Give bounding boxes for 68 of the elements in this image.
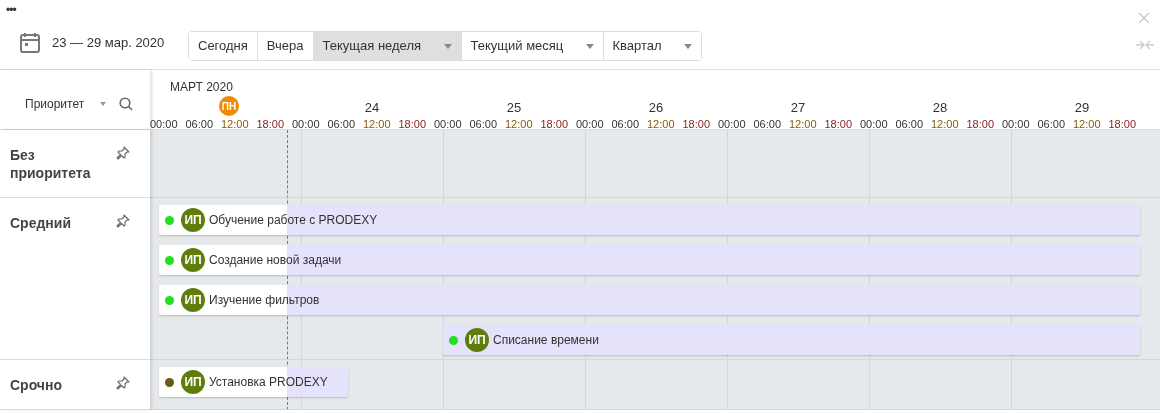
day-badge: ПН [219, 96, 239, 116]
hour-label: 00:00 [434, 117, 463, 132]
task-bar[interactable]: ИП Установка PRODEXY [159, 367, 348, 397]
hour-label: 06:00 [1037, 117, 1067, 132]
task-title: Создание новой задачи [209, 252, 342, 269]
pin-icon[interactable] [116, 146, 130, 160]
task-bar[interactable]: ИП Обучение работе с PRODEXY [159, 205, 1140, 235]
hour-label: 06:00 [327, 117, 357, 132]
day-label: 28 [931, 99, 949, 117]
calendar-icon[interactable] [20, 32, 40, 53]
caret-icon [585, 43, 594, 49]
group-name: Без приоритета [10, 146, 92, 182]
day-label: 29 [1073, 99, 1091, 117]
hour-label: 12:00 [505, 117, 534, 132]
search-icon[interactable] [119, 97, 134, 111]
hour-label: 18:00 [966, 117, 996, 132]
day-label: 26 [647, 99, 665, 117]
task-bar[interactable]: ИП Изучение фильтров [159, 285, 1140, 315]
hour-label: 00:00 [718, 117, 747, 132]
hour-label: 18:00 [540, 117, 570, 132]
hour-label: 12:00 [363, 117, 392, 132]
hour-label: 06:00 [753, 117, 783, 132]
day-label: 27 [789, 99, 807, 117]
group-by-label[interactable]: Приоритет [25, 95, 85, 113]
day-label: 24 [363, 99, 381, 117]
task-bar[interactable]: ИП Списание времени [443, 325, 1140, 355]
hour-label: 12:00 [221, 117, 250, 132]
more-menu[interactable]: ••• [6, 2, 16, 18]
hour-label: 00:00 [292, 117, 321, 132]
pin-icon[interactable] [116, 376, 130, 390]
pin-icon[interactable] [116, 214, 130, 228]
assignee-avatar: ИП [181, 370, 205, 394]
hour-label: 06:00 [469, 117, 499, 132]
hour-label: 06:00 [895, 117, 925, 132]
assignee-avatar: ИП [181, 248, 205, 272]
hour-label: 12:00 [647, 117, 676, 132]
hour-label: 06:00 [611, 117, 641, 132]
hour-label: 18:00 [398, 117, 428, 132]
task-bar[interactable]: ИП Создание новой задачи [159, 245, 1140, 275]
hour-label: 12:00 [931, 117, 960, 132]
hour-label: 18:00 [256, 117, 286, 132]
task-title: Изучение фильтров [209, 292, 320, 309]
group-name: Средний [10, 214, 72, 232]
hour-label: 12:00 [1073, 117, 1102, 132]
month-label: МАРТ 2020 [170, 79, 233, 96]
task-title: Установка PRODEXY [209, 374, 328, 391]
hour-label: 12:00 [789, 117, 818, 132]
group-name: Срочно [10, 376, 63, 394]
hour-label: 18:00 [1108, 117, 1138, 132]
period-tab[interactable]: Квартал [602, 32, 701, 60]
hour-label: 06:00 [185, 117, 215, 132]
task-title: Обучение работе с PRODEXY [209, 212, 378, 229]
assignee-avatar: ИП [181, 288, 205, 312]
date-range: 23 — 29 мар. 2020 [52, 33, 165, 52]
hour-label: 18:00 [682, 117, 712, 132]
hour-label: 00:00 [576, 117, 605, 132]
day-label: 25 [505, 99, 523, 117]
caret-icon [443, 43, 452, 49]
hour-label: 18:00 [824, 117, 854, 132]
period-tab[interactable]: Текущая неделя [312, 32, 461, 60]
caret-icon [683, 43, 692, 49]
assignee-avatar: ИП [181, 208, 205, 232]
assignee-avatar: ИП [465, 328, 489, 352]
task-title: Списание времени [493, 332, 599, 349]
hour-label: 00:00 [860, 117, 889, 132]
hour-label: 00:00 [1002, 117, 1031, 132]
hour-label: 00:00 [150, 117, 179, 132]
caret-icon[interactable] [100, 102, 107, 106]
